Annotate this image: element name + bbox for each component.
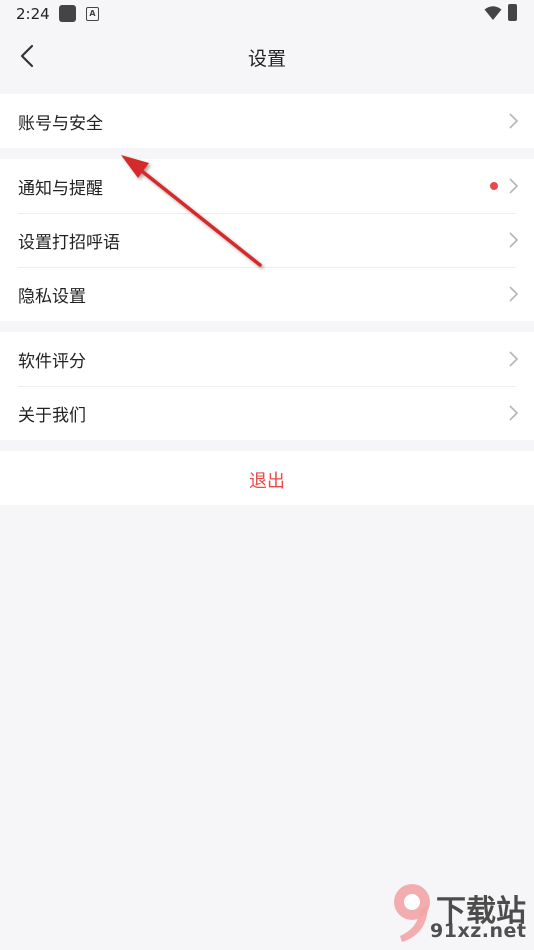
settings-item-label: 账号与安全 [18, 114, 103, 134]
settings-group-about: 软件评分 关于我们 [0, 332, 534, 440]
status-time: 2:24 [16, 5, 50, 23]
top-navigation-bar: 设置 [0, 28, 534, 84]
battery-charging-icon [508, 4, 517, 21]
page-title: 设置 [247, 48, 286, 70]
logout-label: 退出 [249, 471, 285, 492]
chevron-right-icon [509, 178, 519, 194]
logout-group: 退出 [0, 451, 534, 505]
settings-item-rate-app[interactable]: 软件评分 [0, 332, 534, 386]
settings-item-privacy[interactable]: 隐私设置 [0, 267, 534, 321]
settings-item-label: 设置打招呼语 [18, 233, 120, 253]
settings-item-notifications[interactable]: 通知与提醒 [0, 159, 534, 213]
chevron-right-icon [509, 351, 519, 367]
settings-group-account: 账号与安全 [0, 94, 534, 148]
chevron-right-icon [509, 405, 519, 421]
status-bar: 2:24 A [0, 0, 534, 28]
settings-item-label: 通知与提醒 [18, 179, 103, 199]
settings-item-label: 关于我们 [18, 406, 86, 426]
chevron-right-icon [509, 286, 519, 302]
chevron-right-icon [509, 113, 519, 129]
chevron-right-icon [509, 232, 519, 248]
a-badge-icon: A [86, 7, 99, 21]
settings-item-account-security[interactable]: 账号与安全 [0, 94, 534, 148]
watermark-logo: 下载站 91xz.net [388, 880, 528, 946]
wifi-icon [484, 6, 502, 20]
settings-item-greeting[interactable]: 设置打招呼语 [0, 213, 534, 267]
settings-item-label: 软件评分 [18, 352, 86, 372]
settings-group-general: 通知与提醒 设置打招呼语 隐私设置 [0, 159, 534, 321]
unread-dot-badge [490, 182, 498, 190]
settings-item-about-us[interactable]: 关于我们 [0, 386, 534, 440]
watermark-text-bottom: 91xz.net [430, 920, 527, 942]
notification-square-icon [59, 5, 76, 22]
logout-button[interactable]: 退出 [0, 451, 534, 505]
settings-item-label: 隐私设置 [18, 287, 86, 307]
